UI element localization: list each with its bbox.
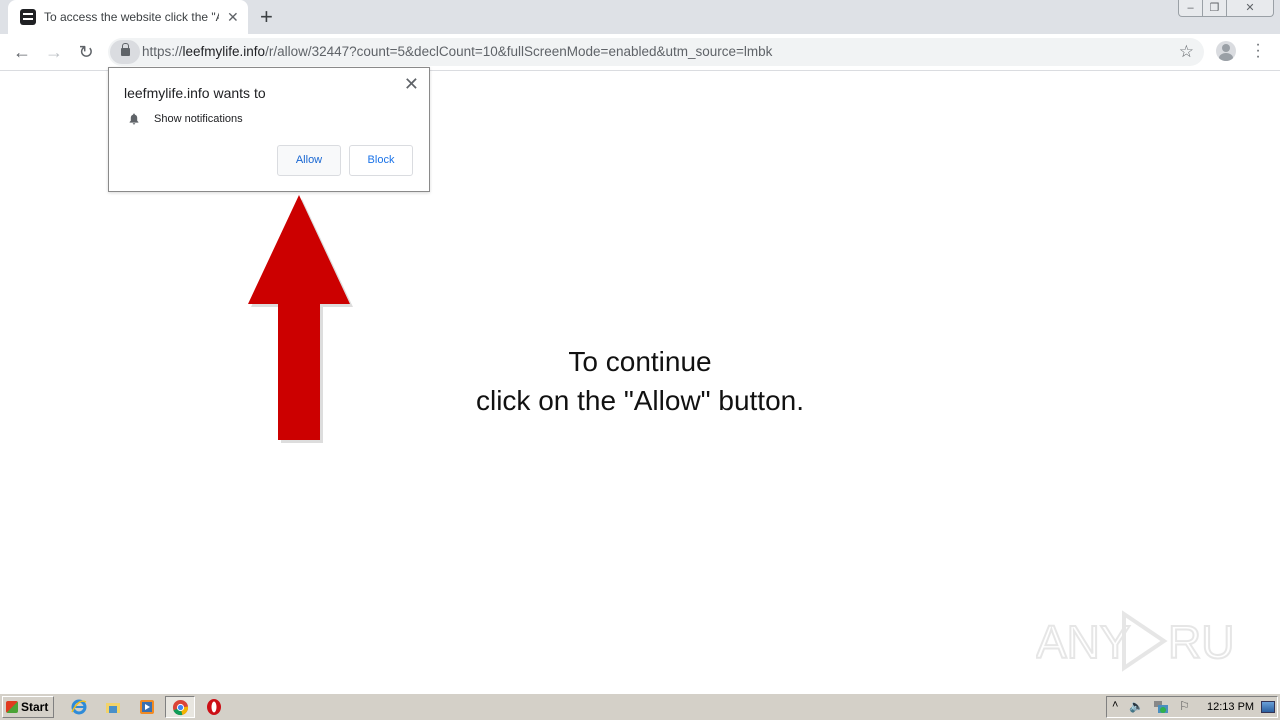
bell-icon [129, 113, 139, 125]
new-tab-button[interactable]: + [260, 4, 273, 30]
active-tab[interactable]: To access the website click the "Allow" … [8, 0, 248, 34]
windows-logo-icon [6, 701, 18, 713]
media-player-icon[interactable] [138, 698, 156, 716]
lock-icon [121, 43, 130, 56]
clock[interactable]: 12:13 PM [1207, 701, 1254, 713]
instruction-message: To continue click on the "Allow" button. [0, 342, 1280, 420]
minimize-button[interactable]: – [1179, 0, 1203, 16]
opera-icon[interactable] [205, 698, 223, 716]
browser-menu-icon[interactable]: · · · [1252, 37, 1264, 65]
instruction-line-2: click on the "Allow" button. [475, 385, 805, 416]
bookmark-star-icon[interactable]: ☆ [1179, 42, 1194, 62]
show-hidden-icons-icon[interactable]: ˄ [1112, 699, 1118, 711]
window-close-button[interactable]: ✕ [1227, 0, 1273, 16]
show-desktop-icon[interactable] [1261, 701, 1275, 713]
url-text[interactable]: https://leefmylife.info/r/allow/32447?co… [142, 44, 772, 59]
file-explorer-icon[interactable] [104, 698, 122, 716]
url-host: leefmylife.info [182, 44, 266, 59]
block-button[interactable]: Block [349, 145, 413, 176]
chrome-icon [172, 699, 189, 716]
forward-arrow-icon[interactable]: → [42, 40, 66, 64]
tab-title: To access the website click the "Allow" … [44, 10, 219, 24]
window-controls: – ❐ ✕ [1178, 0, 1274, 17]
url-scheme: https:// [142, 44, 183, 59]
profile-avatar-icon[interactable] [1216, 41, 1236, 61]
volume-icon[interactable]: 🔈 [1129, 699, 1144, 713]
site-info-button[interactable] [110, 40, 140, 64]
system-tray: ˄ 🔈 ⚐ 12:13 PM [1106, 696, 1278, 718]
chrome-taskbar-button[interactable] [165, 696, 195, 718]
tab-close-icon[interactable]: ✕ [227, 9, 239, 26]
prompt-title: leefmylife.info wants to [124, 85, 266, 101]
action-center-flag-icon[interactable]: ⚐ [1179, 699, 1190, 713]
tab-strip: To access the website click the "Allow" … [0, 0, 1280, 34]
restore-button[interactable]: ❐ [1203, 0, 1227, 16]
site-favicon-icon [20, 9, 36, 25]
start-button[interactable]: Start [2, 696, 54, 718]
back-arrow-icon[interactable]: ← [10, 40, 34, 64]
instruction-line-1: To continue [568, 346, 712, 377]
internet-explorer-icon[interactable] [70, 698, 88, 716]
allow-button[interactable]: Allow [277, 145, 341, 176]
svg-text:ANY: ANY [1036, 616, 1131, 668]
prompt-close-icon[interactable]: ✕ [404, 74, 419, 95]
address-bar[interactable]: https://leefmylife.info/r/allow/32447?co… [108, 38, 1204, 66]
url-path: /r/allow/32447?count=5&declCount=10&full… [265, 44, 773, 59]
permission-label: Show notifications [154, 113, 243, 125]
svg-text:RUN: RUN [1168, 616, 1236, 668]
taskbar: Start ˄ 🔈 ⚐ 12:13 PM [0, 693, 1280, 720]
reload-icon[interactable]: ↻ [74, 40, 98, 64]
anyrun-watermark-logo: ANY RUN [1036, 610, 1236, 672]
start-label: Start [21, 700, 49, 714]
browser-toolbar: ← → ↻ https://leefmylife.info/r/allow/32… [0, 34, 1280, 71]
network-icon[interactable] [1153, 700, 1169, 715]
notification-permission-prompt: leefmylife.info wants to ✕ Show notifica… [108, 67, 430, 192]
